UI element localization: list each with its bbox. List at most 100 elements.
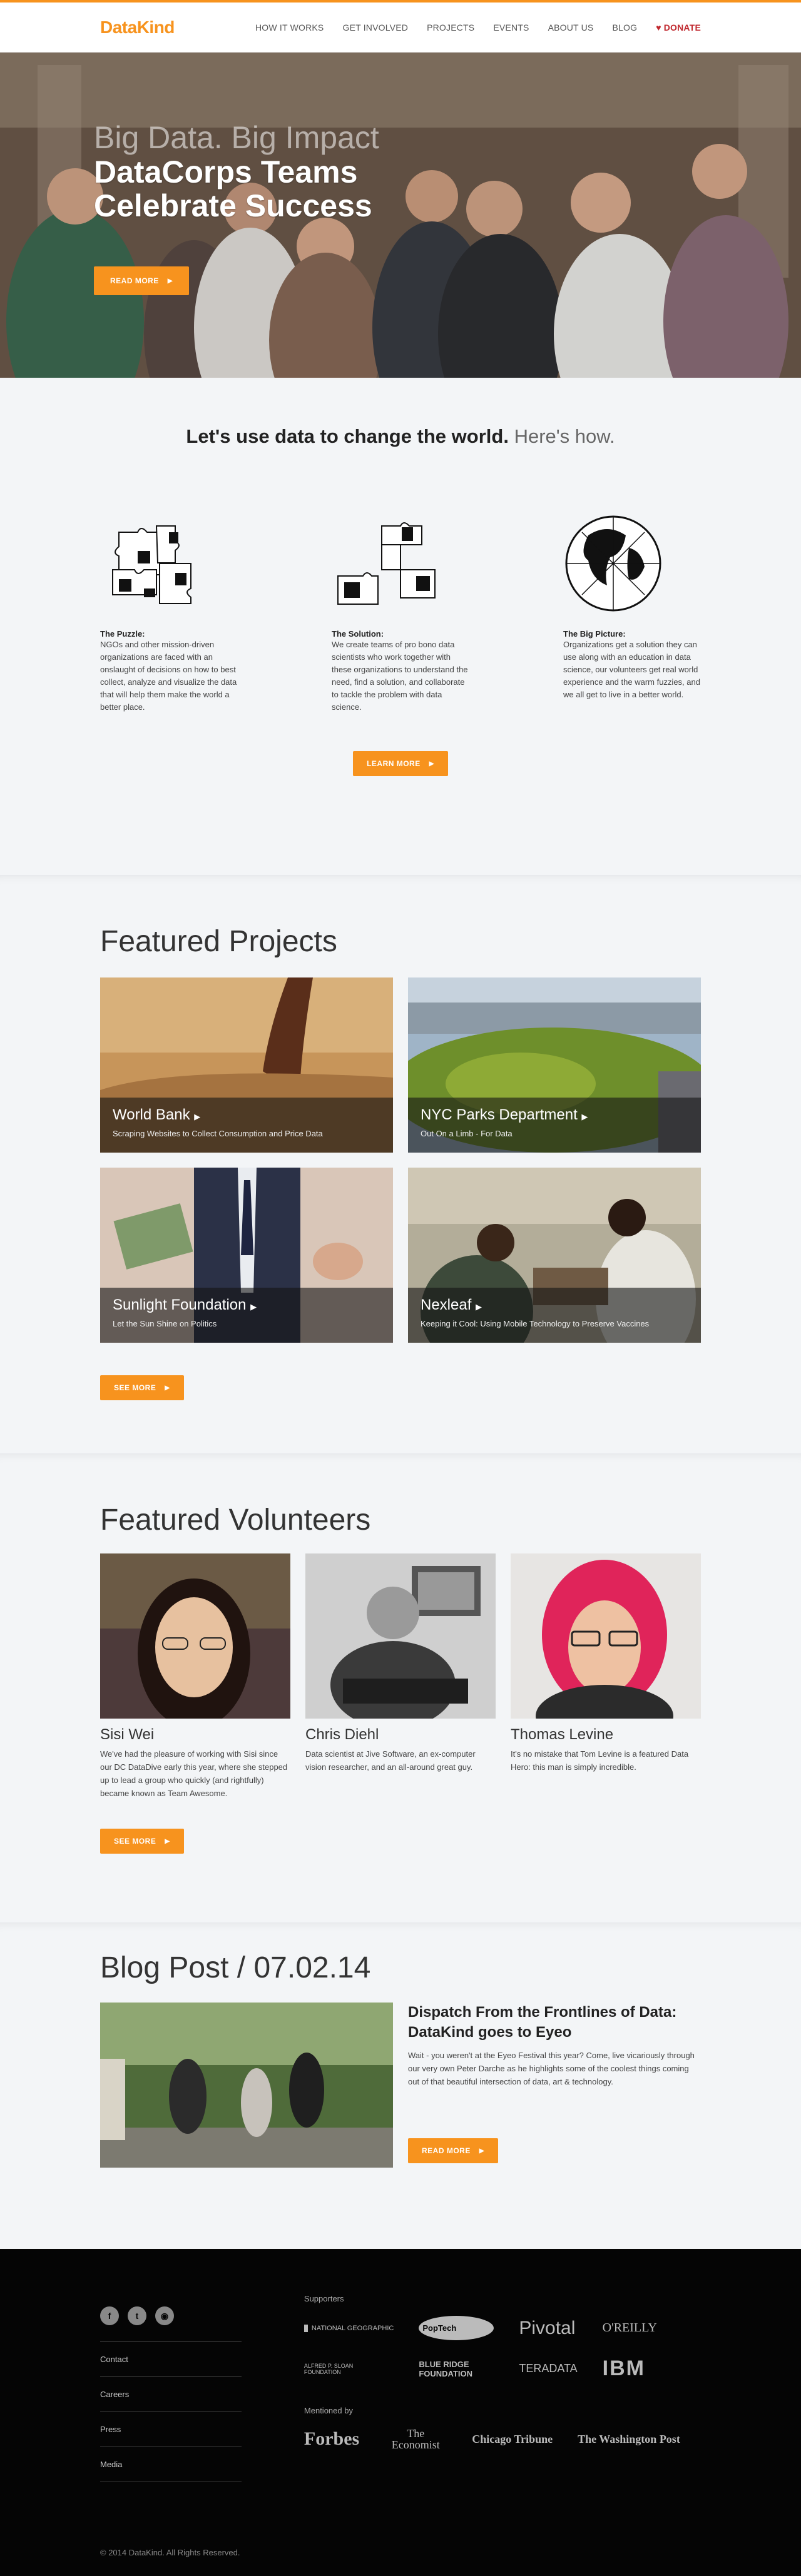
hero-content: Big Data. Big Impact DataCorps Teams Cel… [94, 120, 419, 295]
nav-blog[interactable]: BLOG [612, 23, 637, 33]
forbes-logo: Forbes [304, 2428, 360, 2449]
arrow-right-icon: ▶ [479, 2147, 485, 2154]
volunteer-photo [100, 1553, 290, 1719]
footer-link-careers[interactable]: Careers [100, 2377, 242, 2412]
footer-link-press[interactable]: Press [100, 2412, 242, 2447]
project-caption: Nexleaf ▶ Keeping it Cool: Using Mobile … [408, 1288, 701, 1343]
project-grid: World Bank ▶ Scraping Websites to Collec… [100, 977, 701, 1343]
caret-right-icon: ▶ [476, 1302, 482, 1311]
caret-right-icon: ▶ [250, 1302, 257, 1311]
volunteer-card-thomas-levine[interactable]: Thomas Levine It's no mistake that Tom L… [511, 1553, 701, 1800]
nav-how-it-works[interactable]: HOW IT WORKS [255, 23, 324, 33]
featured-projects-section: Featured Projects World Bank ▶ Scraping … [0, 875, 801, 1453]
blog-read-more-button[interactable]: READ MORE ▶ [408, 2138, 499, 2163]
how-title-big-picture: The Big Picture: [563, 629, 626, 639]
volunteers-see-more-button[interactable]: SEE MORE ▶ [100, 1829, 184, 1854]
footer-left: f t ◉ Contact Careers Press Media [100, 2294, 242, 2482]
heart-icon: ♥ [656, 23, 661, 33]
blog-post-photo[interactable] [100, 2003, 393, 2168]
how-title-puzzle: The Puzzle: [100, 629, 145, 639]
caret-right-icon: ▶ [581, 1112, 588, 1121]
washington-post-logo: The Washington Post [578, 2432, 680, 2445]
twitter-icon[interactable]: t [128, 2306, 146, 2325]
sloan-foundation-logo: ALFRED P. SLOAN FOUNDATION [304, 2362, 354, 2375]
footer-link-media[interactable]: Media [100, 2447, 242, 2482]
social-links: f t ◉ [100, 2306, 242, 2342]
project-name: Sunlight Foundation ▶ [113, 1296, 257, 1313]
how-title-solution: The Solution: [332, 629, 384, 639]
how-headline: Let's use data to change the world. Here… [186, 425, 615, 447]
mentioned-label: Mentioned by [304, 2406, 353, 2415]
featured-volunteers-title: Featured Volunteers [100, 1503, 371, 1537]
supporters-label: Supporters [304, 2294, 344, 2303]
project-name: Nexleaf ▶ [421, 1296, 482, 1313]
project-desc: Out On a Limb - For Data [421, 1129, 513, 1138]
arrow-right-icon: ▶ [429, 760, 434, 767]
blog-section: Blog Post / 07.02.14 Dispatch From the F… [0, 1922, 801, 2249]
pivotal-logo: Pivotal [519, 2317, 576, 2338]
project-desc: Let the Sun Shine on Politics [113, 1319, 217, 1328]
hero-title: DataCorps Teams Celebrate Success [94, 154, 372, 223]
volunteer-photo [511, 1553, 701, 1719]
puzzle-assembly-icon [332, 510, 469, 617]
project-card-nexleaf[interactable]: Nexleaf ▶ Keeping it Cool: Using Mobile … [408, 1168, 701, 1343]
blog-post: Dispatch From the Frontlines of Data: Da… [100, 2003, 701, 2168]
how-column-puzzle: The Puzzle: NGOs and other mission-drive… [100, 510, 238, 714]
volunteer-grid: Sisi Wei We've had the pleasure of worki… [100, 1553, 701, 1800]
how-columns: The Puzzle: NGOs and other mission-drive… [100, 510, 701, 714]
volunteer-name: Sisi Wei [100, 1726, 155, 1743]
how-text-puzzle: NGOs and other mission-driven organizati… [100, 640, 237, 712]
supporter-logos: NATIONAL GEOGRAPHIC PopTech Pivotal O'RE… [304, 2316, 701, 2381]
project-name: World Bank ▶ [113, 1106, 201, 1123]
arrow-right-icon: ▶ [167, 277, 173, 285]
datakind-logo[interactable]: DataKind [100, 18, 175, 38]
hero-subtitle: Big Data. Big Impact [94, 120, 379, 155]
volunteer-card-sisi-wei[interactable]: Sisi Wei We've had the pleasure of worki… [100, 1553, 290, 1800]
volunteer-name: Chris Diehl [305, 1726, 379, 1743]
facebook-icon[interactable]: f [100, 2306, 119, 2325]
rss-icon[interactable]: ◉ [155, 2306, 174, 2325]
blog-post-text: Dispatch From the Frontlines of Data: Da… [408, 2003, 701, 2168]
footer-right: Supporters NATIONAL GEOGRAPHIC PopTech P… [304, 2294, 701, 2482]
featured-projects-title: Featured Projects [100, 925, 337, 958]
project-desc: Keeping it Cool: Using Mobile Technology… [421, 1319, 650, 1328]
nav-events[interactable]: EVENTS [493, 23, 529, 33]
volunteer-desc: We've had the pleasure of working with S… [100, 1749, 288, 1798]
how-text-solution: We create teams of pro bono data scienti… [332, 640, 468, 712]
learn-more-button[interactable]: LEARN MORE ▶ [353, 751, 448, 776]
site-header: DataKind HOW IT WORKS GET INVOLVED PROJE… [0, 3, 801, 53]
national-geographic-logo: NATIONAL GEOGRAPHIC [304, 2324, 394, 2332]
projects-see-more-button[interactable]: SEE MORE ▶ [100, 1375, 184, 1400]
nav-donate[interactable]: ♥ DONATE [656, 23, 701, 33]
blog-post-excerpt: Wait - you weren't at the Eyeo Festival … [408, 2051, 695, 2086]
project-caption: Sunlight Foundation ▶ Let the Sun Shine … [100, 1288, 393, 1343]
how-column-solution: The Solution: We create teams of pro bon… [332, 510, 469, 714]
economist-logo: The Economist [391, 2427, 440, 2451]
press-logos: Forbes The Economist Chicago Tribune The… [304, 2428, 701, 2450]
project-card-sunlight[interactable]: Sunlight Foundation ▶ Let the Sun Shine … [100, 1168, 393, 1343]
project-card-nyc-parks[interactable]: NYC Parks Department ▶ Out On a Limb - F… [408, 977, 701, 1153]
how-section: Let's use data to change the world. Here… [0, 378, 801, 875]
nav-get-involved[interactable]: GET INVOLVED [342, 23, 408, 33]
project-caption: NYC Parks Department ▶ Out On a Limb - F… [408, 1098, 701, 1153]
nav-projects[interactable]: PROJECTS [427, 23, 474, 33]
volunteer-desc: It's no mistake that Tom Levine is a fea… [511, 1749, 689, 1772]
footer-link-contact[interactable]: Contact [100, 2342, 242, 2377]
blog-title: Blog Post / 07.02.14 [100, 1951, 371, 1984]
blog-post-title[interactable]: Dispatch From the Frontlines of Data: Da… [408, 2003, 701, 2043]
project-caption: World Bank ▶ Scraping Websites to Collec… [100, 1098, 393, 1153]
volunteer-card-chris-diehl[interactable]: Chris Diehl Data scientist at Jive Softw… [305, 1553, 496, 1800]
project-card-world-bank[interactable]: World Bank ▶ Scraping Websites to Collec… [100, 977, 393, 1153]
copyright: © 2014 DataKind. All Rights Reserved. [100, 2548, 240, 2557]
ibm-logo: IBM [602, 2356, 645, 2380]
oreilly-logo: O'REILLY [602, 2321, 657, 2335]
chicago-tribune-logo: Chicago Tribune [472, 2432, 553, 2445]
how-text-big-picture: Organizations get a solution they can us… [563, 640, 700, 699]
nav-about-us[interactable]: ABOUT US [548, 23, 594, 33]
blue-ridge-foundation-logo: BLUE RIDGE FOUNDATION [419, 2359, 473, 2378]
how-column-big-picture: The Big Picture: Organizations get a sol… [563, 510, 701, 714]
hero-read-more-button[interactable]: READ MORE ▶ [94, 266, 190, 295]
poptech-logo: PopTech [419, 2316, 494, 2340]
main-nav: HOW IT WORKS GET INVOLVED PROJECTS EVENT… [255, 23, 701, 33]
arrow-right-icon: ▶ [165, 1837, 170, 1845]
